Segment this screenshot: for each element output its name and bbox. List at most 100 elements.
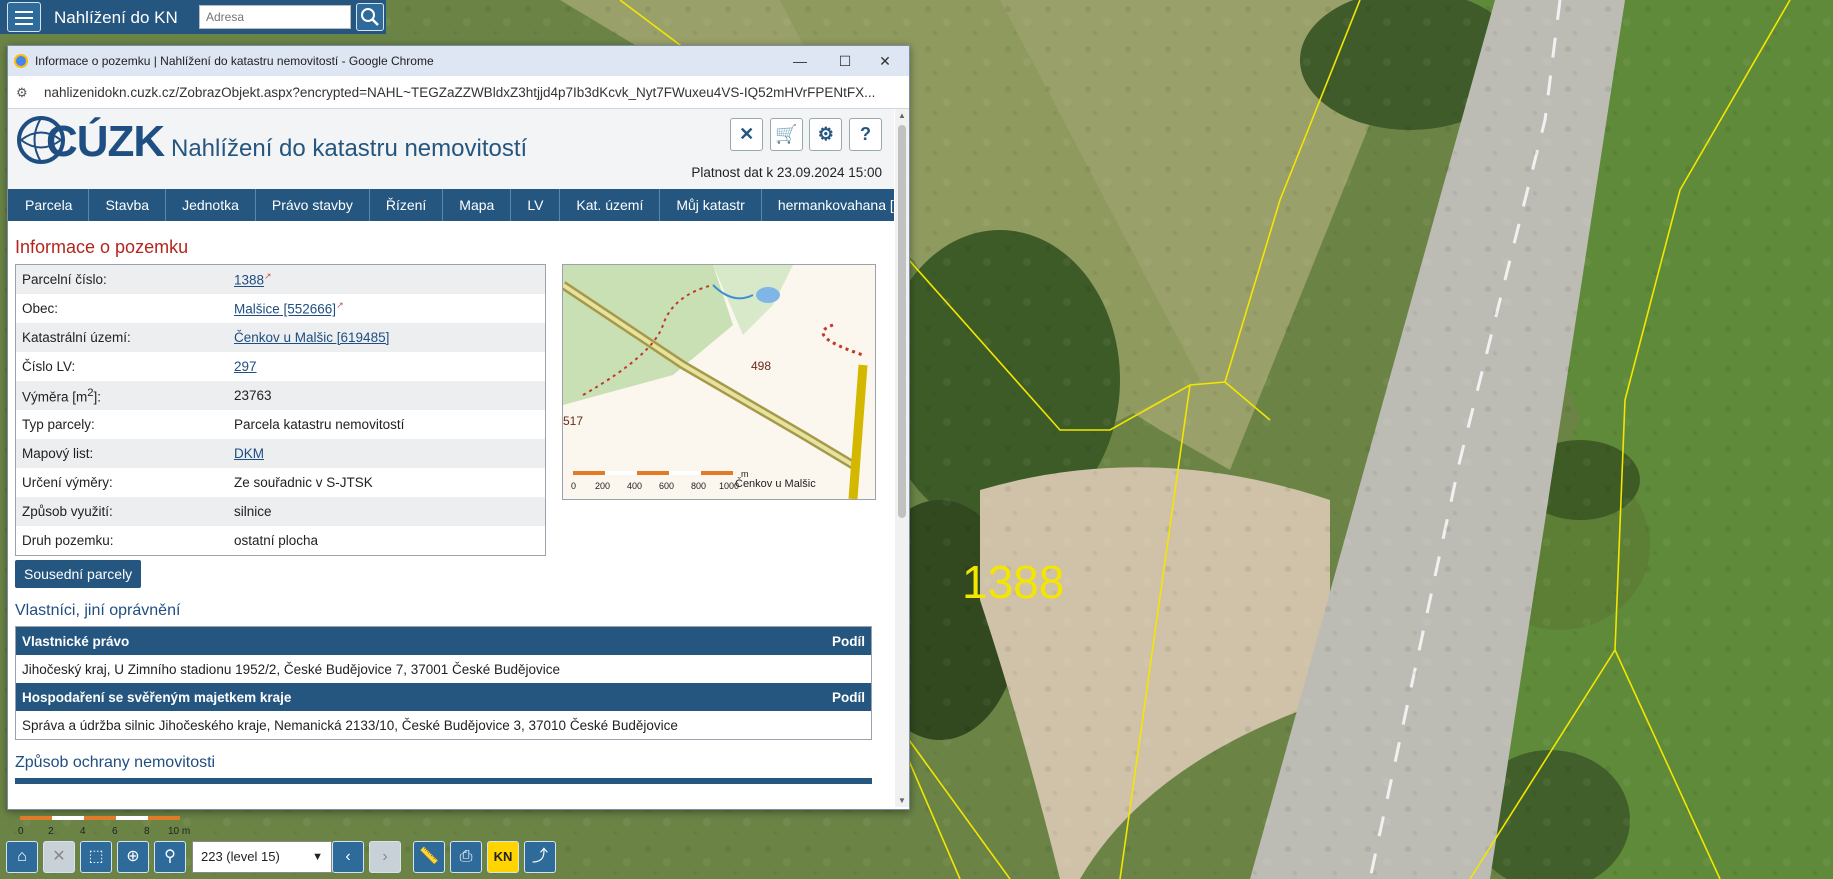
- lv-number-link[interactable]: 297: [234, 359, 257, 374]
- site-title: Nahlížení do katastru nemovitostí: [171, 135, 528, 162]
- row-key: Mapový list:: [15, 439, 228, 468]
- protection-heading: Způsob ochrany nemovitosti: [15, 754, 216, 771]
- minimap-scale-tick: 1000: [719, 481, 739, 491]
- select-area-icon: ⬚: [88, 848, 104, 865]
- scroll-down-icon[interactable]: ▼: [898, 796, 906, 805]
- minimap-scale-tick: 800: [691, 481, 706, 491]
- chrome-icon: [14, 54, 28, 68]
- minimize-button[interactable]: —: [785, 51, 815, 71]
- owners-table: Vlastnické právo Podíl Jihočeský kraj, U…: [15, 626, 872, 740]
- external-link-icon[interactable]: ↗: [264, 271, 272, 281]
- page-content: CÚZK Nahlížení do katastru nemovitostí ✕…: [8, 109, 894, 807]
- parcel-minimap[interactable]: 498 517 Čenkov u Malšic 0 200 400 600 80…: [562, 264, 876, 500]
- parcel-number-link[interactable]: 1388: [234, 273, 264, 288]
- print-button[interactable]: ⎙: [450, 841, 482, 873]
- window-title: Informace o pozemku | Nahlížení do katas…: [35, 54, 434, 68]
- marker-icon: ⚲: [164, 848, 176, 865]
- owner-row: Jihočeský kraj, U Zimního stadionu 1952/…: [22, 661, 561, 677]
- table-row: Typ parcely: Parcela katastru nemovitost…: [16, 410, 546, 439]
- owner-right-header: Vlastnické právo: [15, 626, 753, 655]
- parcel-number-label: 1388: [962, 556, 1065, 608]
- kn-layer-button[interactable]: KN: [487, 841, 519, 873]
- next-view-button[interactable]: ›: [369, 841, 401, 873]
- minimap-scale-tick: 400: [627, 481, 642, 491]
- kn-label: KN: [493, 849, 513, 864]
- external-link-icon[interactable]: ↗: [336, 300, 344, 310]
- nav-parcela[interactable]: Parcela: [9, 189, 90, 221]
- scale-tick: 2: [48, 826, 54, 837]
- scale-tick: 0: [18, 826, 24, 837]
- row-key: Výměra [m2]:: [15, 381, 228, 410]
- nav-jednotka[interactable]: Jednotka: [166, 189, 256, 221]
- settings-icon[interactable]: ⚙: [809, 118, 843, 151]
- scale-bar: 0 2 4 6 8 10 m: [18, 816, 190, 837]
- parcel-info-table: Parcelní číslo: 1388↗ Obec: Malšice [552…: [15, 264, 546, 556]
- row-key: Obec:: [22, 301, 59, 316]
- owners-heading: Vlastníci, jiní oprávnění: [15, 602, 181, 619]
- row-value: Parcela katastru nemovitostí: [234, 417, 405, 432]
- site-settings-icon[interactable]: ⚙: [16, 85, 28, 101]
- home-button[interactable]: ⌂: [6, 841, 38, 873]
- parcel-info-window: Informace o pozemku | Nahlížení do katas…: [7, 45, 910, 810]
- measure-button[interactable]: 📏: [413, 841, 445, 873]
- table-row: Druh pozemku: ostatní plocha: [16, 526, 546, 556]
- row-value: ostatní plocha: [234, 533, 319, 548]
- row-key: Katastrální území:: [15, 323, 228, 352]
- data-validity: Platnost dat k 23.09.2024 15:00: [691, 165, 882, 180]
- owner-right-header: Hospodaření se svěřeným majetkem kraje: [15, 683, 753, 711]
- cadastral-area-link[interactable]: Čenkov u Malšic [619485]: [234, 330, 389, 345]
- share-icon: ⤴: [531, 848, 548, 865]
- app-title: Nahlížení do KN: [54, 8, 178, 27]
- page-scrollbar[interactable]: ▲ ▼: [895, 109, 909, 807]
- scale-tick: 6: [112, 826, 118, 837]
- nav-muj-katastr[interactable]: Můj katastr: [660, 189, 762, 221]
- menu-button[interactable]: [7, 2, 41, 32]
- nav-kat-uzemi[interactable]: Kat. území: [560, 189, 661, 221]
- marker-button[interactable]: ⚲: [154, 841, 186, 873]
- table-row: Obec: Malšice [552666]↗: [16, 294, 546, 323]
- scroll-up-icon[interactable]: ▲: [898, 111, 906, 120]
- maximize-button[interactable]: ☐: [830, 51, 860, 71]
- main-nav: Parcela Stavba Jednotka Právo stavby Říz…: [8, 189, 894, 221]
- nav-lv[interactable]: LV: [511, 189, 561, 221]
- owner-row: Správa a údržba silnic Jihočeského kraje…: [22, 717, 678, 733]
- nav-user[interactable]: hermankovahana [DP]: [762, 189, 894, 221]
- cart-icon[interactable]: 🛒: [769, 118, 803, 151]
- search-button[interactable]: [356, 3, 384, 31]
- address-bar[interactable]: ⚙ nahlizenidokn.cuzk.cz/ZobrazObjekt.asp…: [8, 76, 909, 109]
- minimap-scale-unit: m: [741, 469, 749, 479]
- share-header: Podíl: [752, 683, 872, 711]
- locate-button[interactable]: ⊕: [117, 841, 149, 873]
- url-text[interactable]: nahlizenidokn.cuzk.cz/ZobrazObjekt.aspx?…: [44, 85, 875, 100]
- nav-rizeni[interactable]: Řízení: [370, 189, 444, 221]
- scroll-thumb[interactable]: [898, 125, 906, 518]
- table-row: Způsob využití: silnice: [15, 497, 546, 526]
- window-titlebar[interactable]: Informace o pozemku | Nahlížení do katas…: [8, 46, 909, 76]
- chevron-down-icon: ▼: [312, 851, 323, 863]
- nav-pravo-stavby[interactable]: Právo stavby: [256, 189, 370, 221]
- next-icon: ›: [382, 848, 388, 865]
- minimap-scale-tick: 200: [595, 481, 610, 491]
- neighbor-parcels-button[interactable]: Sousední parcely: [15, 560, 142, 588]
- table-row: Katastrální území: Čenkov u Malšic [6194…: [15, 323, 546, 352]
- municipality-link[interactable]: Malšice [552666]: [234, 302, 336, 317]
- map-sheet-link[interactable]: DKM: [234, 446, 264, 461]
- help-icon[interactable]: ?: [849, 118, 882, 151]
- user-logout-icon[interactable]: ✕: [730, 118, 764, 151]
- prev-icon: ‹: [345, 848, 351, 865]
- select-area-button[interactable]: ⬚: [80, 841, 112, 873]
- window-close-button[interactable]: ✕: [870, 51, 900, 71]
- header-tools: ✕ 🛒 ⚙ ?: [727, 118, 882, 151]
- table-row: Určení výměry: Ze souřadnic v S-JTSK: [16, 468, 546, 497]
- share-button[interactable]: ⤴: [524, 841, 556, 873]
- scale-tick: 10 m: [168, 826, 190, 837]
- table-row: Číslo LV: 297: [16, 352, 546, 381]
- zoom-level-select[interactable]: 223 (level 15) ▼: [192, 841, 332, 873]
- nav-stavba[interactable]: Stavba: [89, 189, 167, 221]
- previous-view-button[interactable]: ‹: [332, 841, 364, 873]
- clear-button[interactable]: ✕: [43, 841, 75, 873]
- scale-tick: 4: [80, 826, 86, 837]
- page-heading: Informace o pozemku: [15, 237, 189, 257]
- address-search-input[interactable]: [199, 5, 351, 29]
- nav-mapa[interactable]: Mapa: [443, 189, 512, 221]
